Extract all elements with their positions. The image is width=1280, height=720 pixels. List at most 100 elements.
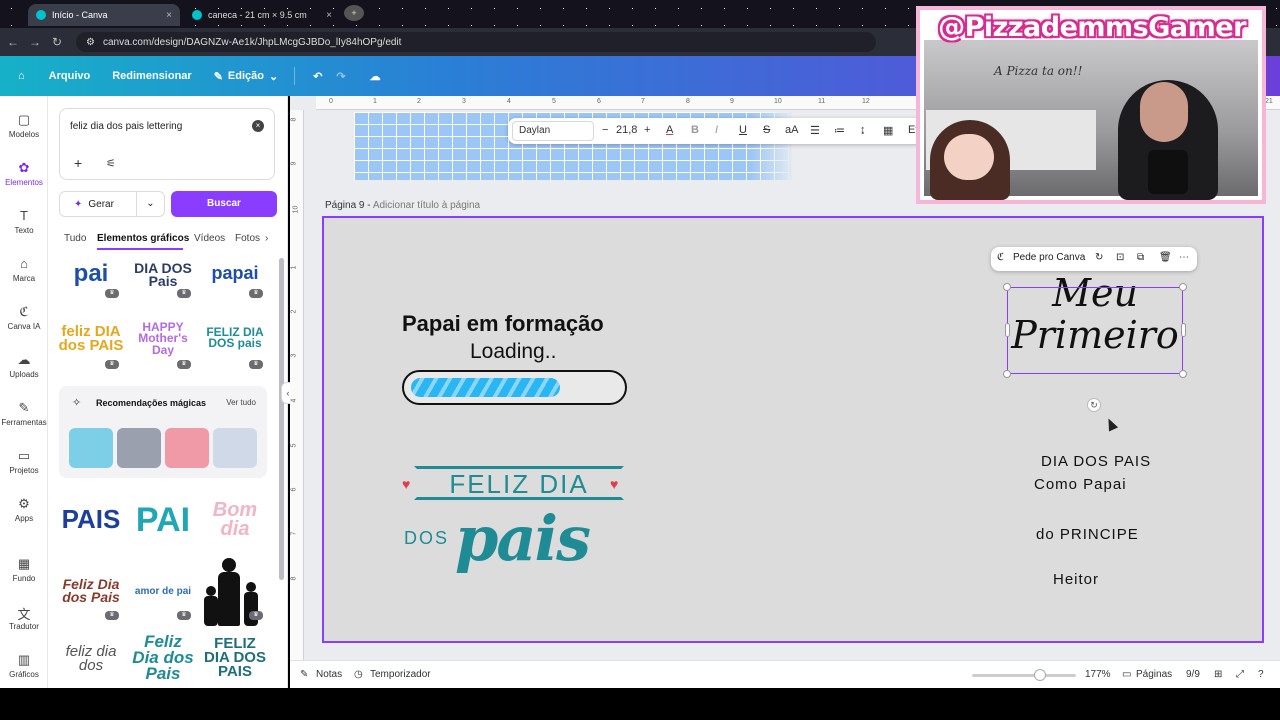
font-family-select[interactable]: Daylan bbox=[512, 121, 594, 141]
home-icon[interactable]: ⌂ bbox=[18, 70, 25, 82]
filter-icon[interactable]: ⚟ bbox=[106, 157, 116, 170]
zoom-slider-knob[interactable] bbox=[1033, 669, 1046, 681]
resize-handle[interactable] bbox=[1179, 283, 1187, 291]
progress-bar-graphic[interactable] bbox=[402, 370, 627, 405]
resize-handle[interactable] bbox=[1003, 370, 1011, 378]
graphic-thumb[interactable]: Feliz Dia dos Pais bbox=[130, 628, 196, 688]
url-field[interactable]: ⚙ canva.com/design/DAGNZw-Ae1k/JhpLMcgGJ… bbox=[76, 32, 876, 52]
chevron-down-icon[interactable]: ⌄ bbox=[136, 192, 164, 216]
menu-arquivo[interactable]: Arquivo bbox=[49, 70, 91, 82]
graphic-thumb[interactable]: papai bbox=[202, 256, 268, 292]
page-title-label[interactable]: Página 9 - Adicionar título à página bbox=[325, 200, 480, 211]
rail-texto[interactable]: T Texto bbox=[0, 208, 48, 235]
tab-fotos[interactable]: Fotos bbox=[235, 233, 260, 244]
graphic-thumb[interactable]: FELIZ DIA DOS PAIS bbox=[202, 628, 268, 688]
strikethrough-button[interactable]: S bbox=[763, 124, 770, 136]
decrease-size-button[interactable]: − bbox=[602, 124, 608, 136]
browser-tab-caneca[interactable]: caneca - 21 cm × 9.5 cm × bbox=[184, 4, 340, 26]
resize-handle[interactable] bbox=[1005, 323, 1010, 337]
back-icon[interactable]: ← bbox=[4, 35, 22, 49]
increase-size-button[interactable]: + bbox=[644, 124, 650, 136]
search-input[interactable]: feliz dia dos pais lettering bbox=[70, 121, 182, 132]
underline-button[interactable]: U bbox=[739, 124, 747, 136]
pages-button[interactable]: Páginas bbox=[1136, 669, 1172, 680]
recommendation-thumb[interactable] bbox=[117, 428, 161, 468]
italic-button[interactable]: I bbox=[715, 124, 718, 136]
trash-icon[interactable]: 🗑 bbox=[1159, 252, 1172, 263]
tab-elementos-graficos[interactable]: Elementos gráficos bbox=[97, 233, 189, 244]
recommendation-thumb[interactable] bbox=[165, 428, 209, 468]
cloud-sync-icon[interactable]: ☁ bbox=[370, 70, 381, 83]
add-icon[interactable]: + bbox=[74, 155, 82, 171]
refresh-icon[interactable]: ↻ bbox=[1095, 252, 1103, 263]
add-page-title[interactable]: Adicionar título à página bbox=[373, 200, 480, 211]
recommendation-thumb[interactable] bbox=[69, 428, 113, 468]
rotate-handle-icon[interactable]: ↻ bbox=[1087, 398, 1101, 412]
rail-ferramentas[interactable]: ✎ Ferramentas bbox=[0, 400, 48, 427]
redo-icon[interactable]: ↷ bbox=[336, 70, 345, 83]
graphic-thumb[interactable]: FELIZ DIA DOS pais bbox=[202, 318, 268, 358]
list-icon[interactable]: ≔ bbox=[834, 124, 845, 137]
zoom-slider[interactable] bbox=[972, 674, 1076, 677]
graphic-thumb[interactable]: PAI bbox=[130, 492, 196, 548]
search-button[interactable]: Buscar bbox=[171, 191, 277, 217]
notes-button[interactable]: Notas bbox=[316, 669, 342, 680]
resize-handle[interactable] bbox=[1181, 323, 1186, 337]
panel-scrollbar[interactable] bbox=[279, 258, 284, 580]
tab-videos[interactable]: Vídeos bbox=[194, 233, 225, 244]
chevron-right-icon[interactable]: › bbox=[265, 233, 268, 244]
bold-button[interactable]: B bbox=[691, 124, 699, 136]
text-como-papai[interactable]: Como Papai bbox=[1034, 476, 1127, 493]
timer-button[interactable]: Temporizador bbox=[370, 669, 431, 680]
text-heitor[interactable]: Heitor bbox=[1053, 571, 1099, 588]
text-color-button[interactable]: A bbox=[666, 124, 673, 136]
align-icon[interactable]: ☰ bbox=[810, 124, 820, 137]
rail-apps[interactable]: ⚙ Apps bbox=[0, 496, 48, 523]
see-all-link[interactable]: Ver tudo bbox=[226, 398, 256, 407]
graphic-thumb[interactable]: amor de pai bbox=[130, 580, 196, 604]
text-do-principe[interactable]: do PRINCIPE bbox=[1036, 526, 1139, 543]
rail-graficos[interactable]: ▥ Gráficos bbox=[0, 652, 48, 679]
graphic-thumb[interactable]: feliz dia dos bbox=[58, 630, 124, 688]
close-tab-icon[interactable]: × bbox=[326, 10, 332, 21]
resize-handle[interactable] bbox=[1179, 370, 1187, 378]
close-tab-icon[interactable]: × bbox=[166, 10, 172, 21]
undo-icon[interactable]: ↶ bbox=[313, 70, 322, 83]
forward-icon[interactable]: → bbox=[26, 35, 44, 49]
graphic-thumb[interactable]: HAPPY Mother's Day bbox=[130, 312, 196, 366]
recommendation-thumb[interactable] bbox=[213, 428, 257, 468]
text-dia-dos-pais[interactable]: DIA DOS PAIS bbox=[1041, 453, 1151, 470]
transparency-icon[interactable]: ▦ bbox=[883, 124, 893, 137]
rail-marca[interactable]: ⌂ Marca bbox=[0, 256, 48, 283]
rail-elementos[interactable]: ✿ Elementos bbox=[0, 160, 48, 187]
more-options-icon[interactable]: ⋯ bbox=[1179, 252, 1189, 263]
headline-text[interactable]: Papai em formação bbox=[402, 311, 632, 337]
reload-icon[interactable]: ↻ bbox=[48, 35, 66, 49]
timer-icon[interactable]: ◷ bbox=[354, 669, 363, 680]
rail-uploads[interactable]: ☁ Uploads bbox=[0, 352, 48, 379]
lock-icon[interactable]: ⊡ bbox=[1116, 252, 1124, 263]
rail-fundo[interactable]: ▦ Fundo bbox=[0, 556, 48, 583]
graphic-thumb[interactable]: pai bbox=[58, 254, 124, 294]
rail-projetos[interactable]: ▭ Projetos bbox=[0, 448, 48, 475]
clear-search-icon[interactable]: × bbox=[252, 120, 264, 132]
spacing-icon[interactable]: ↨ bbox=[860, 124, 866, 136]
loading-text[interactable]: Loading.. bbox=[470, 340, 556, 364]
font-size-input[interactable]: 21,8 bbox=[616, 124, 637, 136]
letter-case-button[interactable]: aA bbox=[785, 124, 798, 136]
pages-icon[interactable]: ▭ bbox=[1122, 669, 1131, 680]
site-info-icon[interactable]: ⚙ bbox=[86, 37, 95, 48]
help-icon[interactable]: ? bbox=[1258, 669, 1264, 680]
browser-tab-inicio[interactable]: Início - Canva × bbox=[28, 4, 180, 26]
generate-button[interactable]: ✦ Gerar ⌄ bbox=[59, 191, 165, 217]
fullscreen-icon[interactable]: ⤢ bbox=[1236, 669, 1244, 680]
graphic-thumb[interactable]: PAIS bbox=[58, 494, 124, 544]
graphic-thumb[interactable]: Bom dia bbox=[202, 494, 268, 546]
rail-modelos[interactable]: ▢ Modelos bbox=[0, 112, 48, 139]
zoom-level[interactable]: 177% bbox=[1085, 669, 1111, 680]
notes-icon[interactable]: ✎ bbox=[300, 669, 308, 680]
duplicate-icon[interactable]: ⧉ bbox=[1137, 252, 1144, 263]
feliz-dia-dos-pais-graphic[interactable]: ♥ ♥ FELIZ DIA DOS pais bbox=[400, 462, 630, 582]
grid-view-icon[interactable]: ⊞ bbox=[1214, 669, 1222, 680]
rail-canva-ia[interactable]: ℭ Canva IA bbox=[0, 304, 48, 331]
